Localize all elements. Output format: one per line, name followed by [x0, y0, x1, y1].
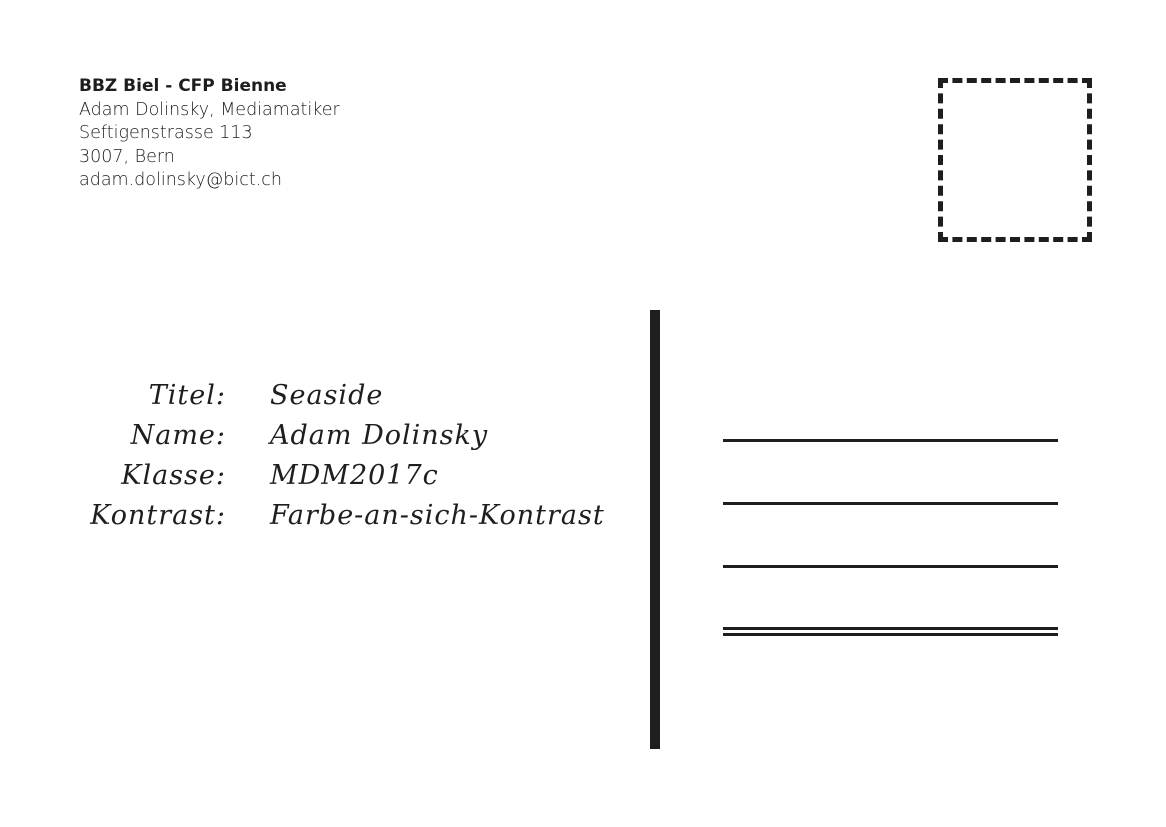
sender-name: Adam Dolinsky, Mediamatiker: [79, 99, 340, 120]
info-row-contrast: Kontrast: Farbe-an-sich-Kontrast: [80, 496, 605, 536]
sender-city: 3007, Bern: [79, 146, 175, 167]
info-label-contrast: Kontrast:: [90, 500, 226, 531]
info-value-class: MDM2017c: [270, 460, 439, 491]
info-label-name: Name:: [130, 420, 226, 451]
info-value-title: Seaside: [270, 380, 384, 411]
address-line: [723, 502, 1058, 505]
info-row-name: Name: Adam Dolinsky: [80, 416, 605, 456]
info-label-class: Klasse:: [121, 460, 226, 491]
info-row-class: Klasse: MDM2017c: [80, 456, 605, 496]
address-line: [723, 565, 1058, 568]
stamp-placeholder: [938, 78, 1092, 242]
sender-organization: BBZ Biel - CFP Bienne: [79, 76, 287, 96]
sender-street: Seftigenstrasse 113: [79, 123, 253, 143]
info-value-contrast: Farbe-an-sich-Kontrast: [270, 500, 605, 531]
info-value-name: Adam Dolinsky: [270, 420, 489, 451]
address-line-double-bottom: [723, 633, 1058, 636]
postcard-info-block: Titel: Seaside Name: Adam Dolinsky Klass…: [80, 376, 605, 536]
sender-address-block: BBZ Biel - CFP Bienne Adam Dolinsky, Med…: [79, 75, 340, 193]
info-row-title: Titel: Seaside: [80, 376, 605, 416]
postcard-divider: [650, 310, 660, 749]
address-line: [723, 439, 1058, 442]
info-label-title: Titel:: [148, 380, 226, 411]
address-line-double-top: [723, 627, 1058, 630]
sender-email: adam.dolinsky@bict.ch: [79, 170, 283, 190]
